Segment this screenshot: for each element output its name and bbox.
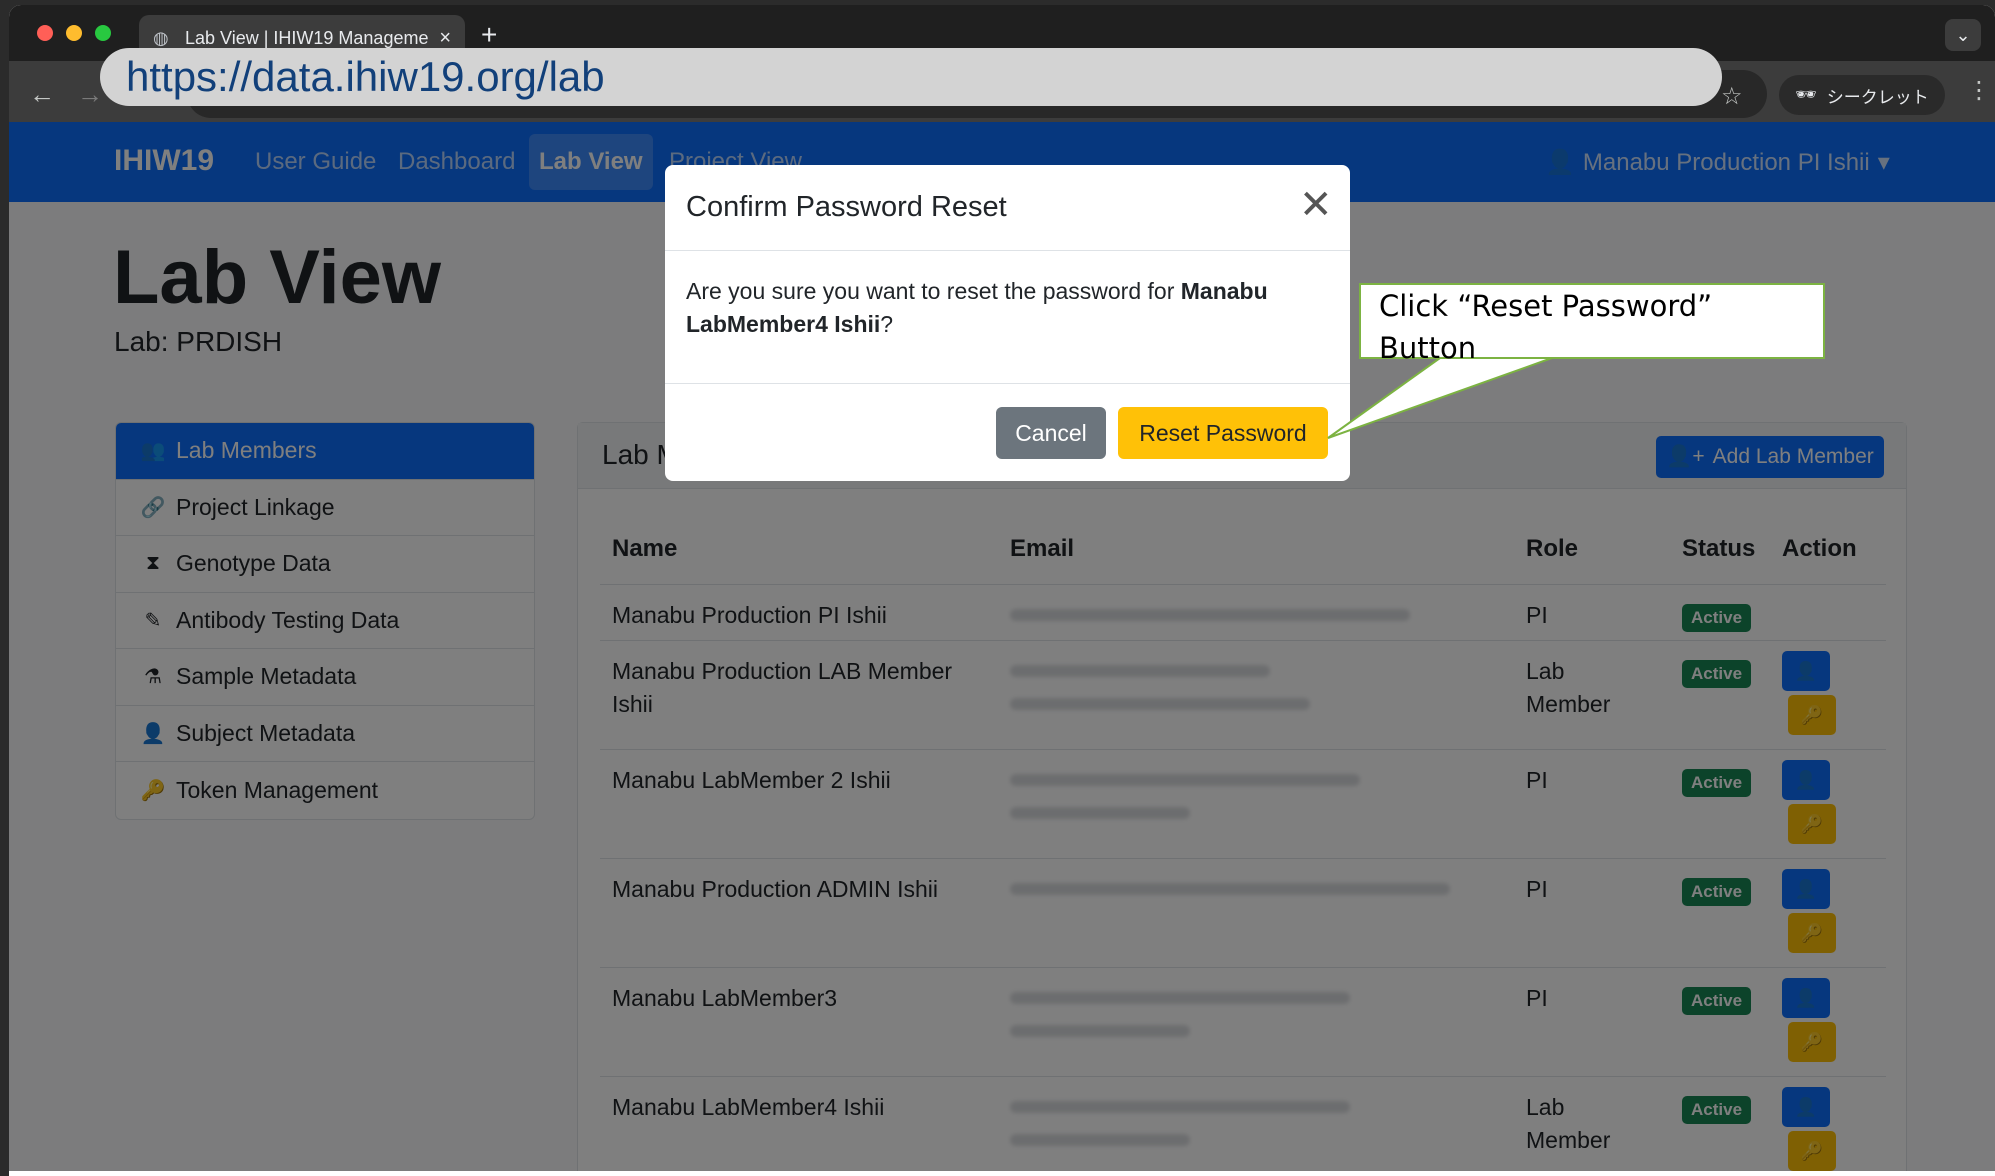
instruction-callout: Click “Reset Password” Button — [1359, 283, 1825, 365]
close-icon[interactable]: ✕ — [1299, 185, 1333, 225]
modal-message: Are you sure you want to reset the passw… — [686, 278, 1181, 304]
tab-close-icon[interactable]: × — [439, 27, 451, 50]
incognito-indicator[interactable]: 🕶 シークレット — [1779, 75, 1945, 115]
url-annotation: https://data.ihiw19.org/lab — [100, 48, 1722, 106]
globe-icon: ◍ — [153, 28, 169, 48]
tab-title: Lab View | IHIW19 Manageme — [185, 27, 429, 48]
cancel-button[interactable]: Cancel — [996, 407, 1106, 459]
confirm-reset-password-button[interactable]: Reset Password — [1118, 407, 1328, 459]
bookmark-star-icon[interactable]: ☆ — [1721, 85, 1743, 109]
incognito-icon: 🕶 — [1795, 85, 1817, 104]
modal-header: Confirm Password Reset ✕ — [665, 165, 1350, 251]
maximize-window-button[interactable] — [95, 25, 111, 41]
confirm-reset-modal: Confirm Password Reset ✕ Are you sure yo… — [665, 165, 1350, 481]
modal-footer: Cancel Reset Password — [665, 383, 1350, 481]
tab-search-button[interactable]: ⌄ — [1945, 19, 1981, 51]
minimize-window-button[interactable] — [66, 25, 82, 41]
new-tab-button[interactable]: + — [481, 19, 497, 51]
incognito-label: シークレット — [1826, 87, 1929, 107]
modal-title: Confirm Password Reset — [686, 191, 1007, 223]
back-button[interactable]: ← — [29, 81, 55, 107]
modal-body: Are you sure you want to reset the passw… — [686, 275, 1336, 341]
callout-line-1: Click “Reset Password” — [1379, 289, 1713, 323]
callout-line-2: Button — [1379, 331, 1477, 365]
browser-menu-icon[interactable]: ⋮ — [1967, 79, 1991, 103]
forward-button[interactable]: → — [77, 81, 103, 107]
close-window-button[interactable] — [37, 25, 53, 41]
modal-message-end: ? — [880, 311, 894, 337]
